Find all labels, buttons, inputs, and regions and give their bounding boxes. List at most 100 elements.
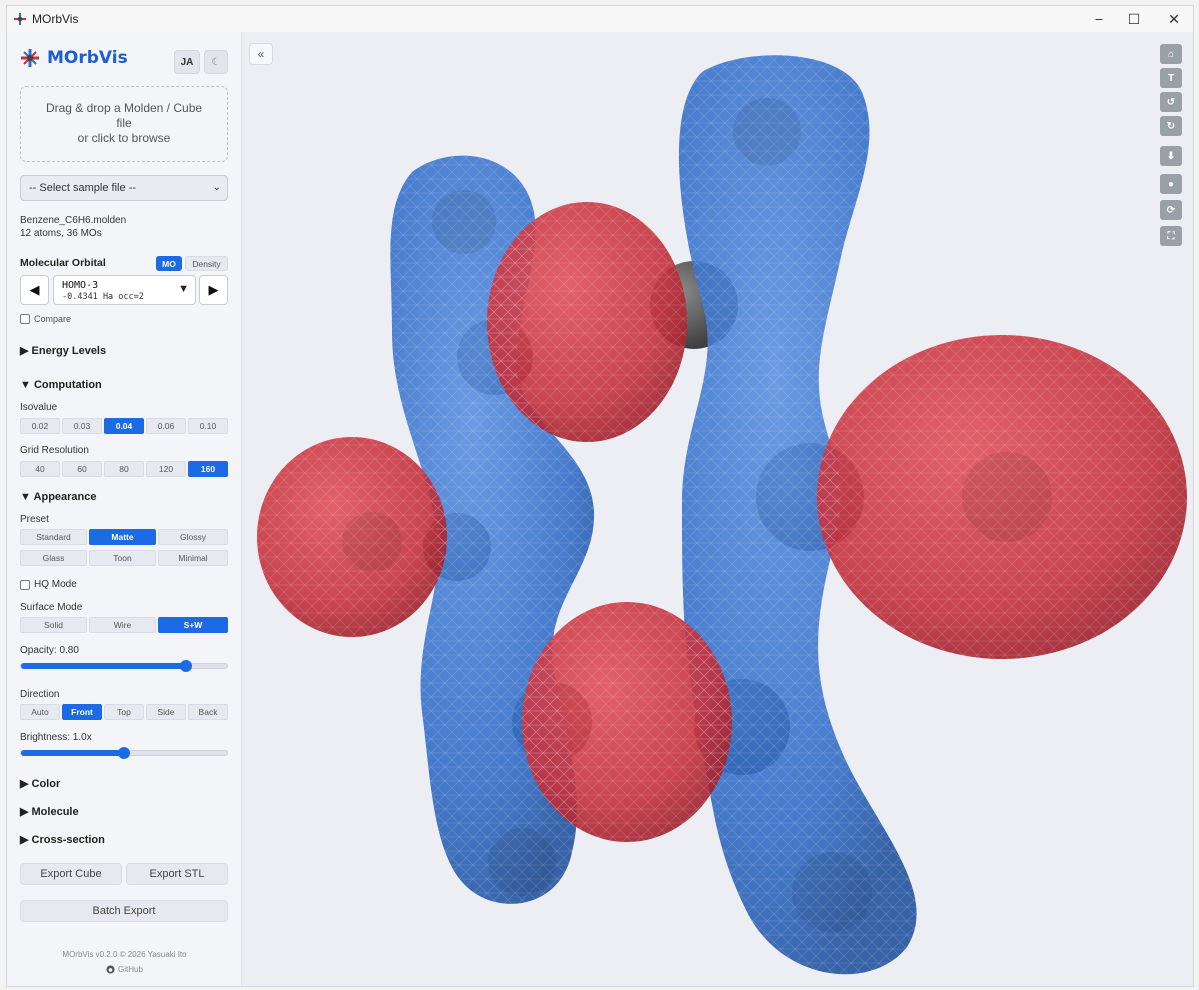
file-dropzone[interactable]: Drag & drop a Molden / Cube file or clic… xyxy=(20,86,228,162)
opacity-slider-fill xyxy=(21,663,186,669)
maximize-button[interactable]: ☐ xyxy=(1114,6,1154,32)
atom xyxy=(792,852,872,932)
title-bar: MOrbVis − ☐ ✕ xyxy=(7,6,1193,32)
github-link[interactable]: GitHub xyxy=(7,965,242,974)
language-button[interactable]: JA xyxy=(174,50,200,74)
direction-option[interactable]: Front xyxy=(62,704,102,720)
brand: MOrbVis xyxy=(20,48,128,68)
compare-checkbox[interactable]: Compare xyxy=(20,314,71,324)
atom xyxy=(488,828,556,896)
brightness-slider-knob[interactable] xyxy=(118,747,130,759)
surface-mode-label: Surface Mode xyxy=(20,602,83,613)
grid-resolution-label: Grid Resolution xyxy=(20,445,89,456)
dropzone-line-2: file xyxy=(116,116,132,130)
surface-option[interactable]: Solid xyxy=(20,617,87,633)
direction-option[interactable]: Auto xyxy=(20,704,60,720)
opacity-slider-knob[interactable] xyxy=(179,660,192,672)
sample-file-select[interactable]: -- Select sample file -- ⌄ xyxy=(20,175,228,201)
orbital-render[interactable] xyxy=(242,32,1194,987)
section-appearance[interactable]: ▼ Appearance xyxy=(20,491,97,503)
section-cross-section[interactable]: ▶ Cross-section xyxy=(20,833,105,846)
download-icon[interactable]: ⬇ xyxy=(1160,146,1182,166)
surface-option[interactable]: S+W xyxy=(158,617,228,633)
dropdown-arrow-icon: ▼ xyxy=(178,283,189,295)
brightness-label: Brightness: 1.0x xyxy=(20,732,92,743)
section-computation[interactable]: ▼ Computation xyxy=(20,379,102,391)
preset-options-row-1: Standard Matte Glossy xyxy=(20,529,228,545)
file-name: Benzene_C6H6.molden xyxy=(20,215,127,226)
github-label: GitHub xyxy=(118,965,143,974)
rotate-left-icon[interactable]: ↺ xyxy=(1160,92,1182,112)
preset-option[interactable]: Toon xyxy=(89,550,156,566)
isovalue-label: Isovalue xyxy=(20,402,58,413)
isovalue-option[interactable]: 0.03 xyxy=(62,418,102,434)
isovalue-option[interactable]: 0.06 xyxy=(146,418,186,434)
batch-export-button[interactable]: Batch Export xyxy=(20,900,228,922)
opacity-label: Opacity: 0.80 xyxy=(20,645,79,656)
compare-label: Compare xyxy=(34,314,72,324)
orbital-select[interactable]: HOMO-3 -0.4341 Ha occ=2 ▼ xyxy=(53,275,196,305)
isovalue-option[interactable]: 0.10 xyxy=(188,418,228,434)
moon-icon[interactable]: ☾ xyxy=(204,50,228,74)
dropzone-line-1: Drag & drop a Molden / Cube xyxy=(45,101,203,115)
direction-option[interactable]: Back xyxy=(188,704,228,720)
top-view-icon[interactable]: T xyxy=(1160,68,1182,88)
isovalue-options: 0.02 0.03 0.04 0.06 0.10 xyxy=(20,418,228,434)
checkbox-icon xyxy=(20,579,30,590)
app-logo-icon xyxy=(14,13,26,25)
export-cube-button[interactable]: Export Cube xyxy=(20,863,122,885)
sample-file-select-value: -- Select sample file -- xyxy=(29,182,136,194)
orbital-name: HOMO-3 xyxy=(62,280,99,291)
preset-option[interactable]: Standard xyxy=(20,529,87,545)
hq-mode-checkbox[interactable]: HQ Mode xyxy=(20,579,77,590)
fullscreen-icon[interactable]: ⛶ xyxy=(1160,226,1182,246)
collapse-sidebar-button[interactable]: « xyxy=(249,43,273,65)
orbital-detail: -0.4341 Ha occ=2 xyxy=(62,292,144,302)
preset-option[interactable]: Glass xyxy=(20,550,87,566)
grid-option[interactable]: 80 xyxy=(104,461,144,477)
export-stl-button[interactable]: Export STL xyxy=(126,863,228,885)
minimize-button[interactable]: − xyxy=(1079,6,1119,32)
preset-label: Preset xyxy=(20,514,49,525)
surface-option[interactable]: Wire xyxy=(89,617,156,633)
window-title: MOrbVis xyxy=(32,12,79,26)
section-color[interactable]: ▶ Color xyxy=(20,777,60,790)
hq-mode-label: HQ Mode xyxy=(34,579,77,590)
brand-name: MOrbVis xyxy=(47,48,128,68)
preset-option[interactable]: Matte xyxy=(89,529,156,545)
previous-orbital-button[interactable]: ◀ xyxy=(20,275,49,305)
next-orbital-button[interactable]: ▶ xyxy=(199,275,228,305)
preset-option[interactable]: Minimal xyxy=(158,550,228,566)
mode-mo-toggle[interactable]: MO xyxy=(156,256,182,271)
opacity-slider[interactable] xyxy=(20,660,228,672)
direction-option[interactable]: Side xyxy=(146,704,186,720)
orbital-label: Molecular Orbital xyxy=(20,257,106,269)
atom xyxy=(342,512,402,572)
grid-option[interactable]: 120 xyxy=(146,461,186,477)
surface-mode-options: Solid Wire S+W xyxy=(20,617,228,633)
isovalue-option[interactable]: 0.04 xyxy=(104,418,144,434)
brightness-slider-fill xyxy=(21,750,124,756)
home-icon[interactable]: ⌂ xyxy=(1160,44,1182,64)
brightness-slider[interactable] xyxy=(20,747,228,759)
preset-option[interactable]: Glossy xyxy=(158,529,228,545)
direction-options: Auto Front Top Side Back xyxy=(20,704,228,720)
dropzone-line-3: or click to browse xyxy=(77,131,171,145)
section-molecule[interactable]: ▶ Molecule xyxy=(20,805,79,818)
close-button[interactable]: ✕ xyxy=(1154,6,1193,32)
grid-option[interactable]: 60 xyxy=(62,461,102,477)
sidebar: MOrbVis JA ☾ Drag & drop a Molden / Cube… xyxy=(7,32,242,986)
atom xyxy=(962,452,1052,542)
direction-label: Direction xyxy=(20,689,60,700)
mode-density-toggle[interactable]: Density xyxy=(185,256,228,271)
direction-option[interactable]: Top xyxy=(104,704,144,720)
rotate-right-icon[interactable]: ↻ xyxy=(1160,116,1182,136)
screenshot-icon[interactable]: ● xyxy=(1160,174,1182,194)
file-stats: 12 atoms, 36 MOs xyxy=(20,228,102,239)
reset-icon[interactable]: ⟳ xyxy=(1160,200,1182,220)
section-energy-levels[interactable]: ▶ Energy Levels xyxy=(20,344,106,357)
isovalue-option[interactable]: 0.02 xyxy=(20,418,60,434)
3d-viewport[interactable]: « ⌂ T ↺ ↻ ⬇ ● ⟳ ⛶ xyxy=(242,32,1194,987)
grid-option[interactable]: 40 xyxy=(20,461,60,477)
grid-option[interactable]: 160 xyxy=(188,461,228,477)
